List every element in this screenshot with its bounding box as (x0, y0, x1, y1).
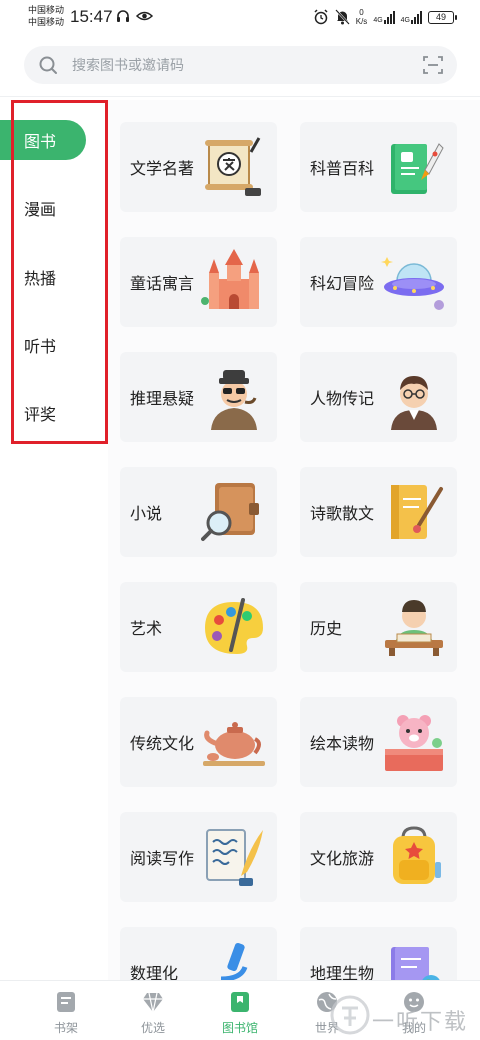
category-card-literature[interactable]: 文学名著 (120, 122, 277, 212)
scroll-icon (205, 137, 261, 196)
category-card-sci-fi[interactable]: 科幻冒险 (300, 237, 457, 327)
paper-quill-icon (206, 829, 263, 886)
speed-unit: K/s (355, 17, 368, 26)
category-label: 阅读写作 (130, 851, 195, 868)
mute-bell-icon (334, 9, 350, 25)
teapot-icon (203, 722, 265, 766)
category-card-mystery[interactable]: 推理悬疑 (120, 352, 277, 442)
network-speed: 0 K/s (356, 8, 368, 26)
category-label: 科普百科 (310, 161, 375, 178)
category-card-fairy-tales[interactable]: 童话寓言 (120, 237, 277, 327)
teddy-bear-icon (385, 715, 443, 771)
detective-icon (211, 370, 257, 430)
portrait-icon (391, 376, 437, 430)
category-label: 地理生物 (310, 966, 375, 980)
category-card-popular-science[interactable]: 科普百科 (300, 122, 457, 212)
sidebar-item-label: 评奖 (24, 407, 57, 424)
notebook-brush-icon (391, 485, 443, 539)
category-card-geography-biology[interactable]: 地理生物 (300, 927, 457, 980)
status-bar: 中国移动 中国移动 15:47 0 K/s 4G 4G 49 (0, 0, 480, 36)
backpack-icon (393, 826, 441, 884)
category-card-art[interactable]: 艺术 (120, 582, 277, 672)
eye-icon (136, 11, 153, 21)
category-label: 推理悬疑 (130, 391, 195, 408)
category-label: 数理化 (130, 966, 179, 980)
ufo-icon (381, 257, 444, 310)
category-label: 文学名著 (130, 161, 195, 178)
library-icon (231, 992, 249, 1012)
diamond-icon (143, 992, 163, 1013)
category-card-biography[interactable]: 人物传记 (300, 352, 457, 442)
nav-label: 图书馆 (221, 1021, 258, 1035)
category-label: 人物传记 (310, 391, 375, 408)
category-card-picture-books[interactable]: 绘本读物 (300, 697, 457, 787)
sidebar-item-books[interactable]: 图书 (0, 120, 86, 160)
sidebar-item-audiobooks[interactable]: 听书 (0, 325, 86, 365)
sidebar-item-label: 漫画 (24, 202, 57, 219)
nav-item-featured[interactable]: 优选 (105, 981, 201, 1040)
network-type-2: 4G (400, 16, 410, 24)
sidebar-item-label: 热播 (24, 271, 57, 288)
scan-icon[interactable] (423, 55, 443, 75)
category-label: 传统文化 (130, 736, 195, 753)
category-card-novels[interactable]: 小说 (120, 467, 277, 557)
nav-item-bookshelf[interactable]: 书架 (18, 981, 114, 1040)
network-type-1: 4G (373, 16, 383, 24)
category-card-math-physics-chemistry[interactable]: 数理化 (120, 927, 277, 980)
globe-book-icon (391, 947, 440, 980)
scholar-icon (385, 600, 443, 656)
carrier-info: 中国移动 中国移动 (28, 4, 64, 28)
category-grid: 文学名著 科普百科 童话寓言 科幻冒险 推理悬疑 人物传记 小说 诗歌散文 艺术… (108, 100, 480, 980)
sidebar-item-label: 听书 (24, 339, 57, 356)
castle-icon (201, 249, 259, 309)
nav-item-library[interactable]: 图书馆 (192, 981, 288, 1040)
nav-label: 书架 (53, 1021, 78, 1035)
category-sidebar: 图书 漫画 热播 听书 评奖 (0, 100, 108, 980)
signal-2: 4G (400, 10, 422, 24)
category-label: 小说 (130, 506, 163, 523)
category-label: 绘本读物 (310, 736, 375, 753)
sidebar-item-trending[interactable]: 热播 (0, 257, 86, 297)
signal-bars-icon (383, 10, 395, 24)
sidebar-item-comics[interactable]: 漫画 (0, 188, 86, 228)
alarm-icon (314, 9, 328, 25)
category-label: 历史 (310, 621, 343, 638)
watermark-text: 一听下载 (372, 1009, 469, 1034)
category-label: 艺术 (130, 621, 163, 638)
signal-bars-icon (411, 10, 422, 24)
bookshelf-icon (57, 992, 75, 1012)
category-label: 童话寓言 (130, 276, 195, 293)
category-card-reading-writing[interactable]: 阅读写作 (120, 812, 277, 902)
header-divider (0, 96, 480, 97)
palette-icon (205, 598, 263, 654)
category-card-history[interactable]: 历史 (300, 582, 457, 672)
rocket-book-icon (391, 143, 444, 194)
carrier-2: 中国移动 (28, 17, 65, 27)
nav-label: 优选 (140, 1021, 165, 1035)
signal-1: 4G (373, 10, 395, 24)
speed-value: 0 (359, 8, 364, 17)
category-label: 科幻冒险 (310, 276, 375, 293)
battery-indicator: 49 (428, 10, 457, 24)
category-label: 文化旅游 (310, 851, 375, 868)
sidebar-item-awards[interactable]: 评奖 (0, 393, 86, 433)
sidebar-item-label: 图书 (24, 134, 57, 151)
search-icon (39, 56, 57, 74)
search-bar[interactable] (24, 46, 457, 84)
book-magnifier-icon (201, 483, 259, 541)
category-card-traditional-culture[interactable]: 传统文化 (120, 697, 277, 787)
category-card-culture-travel[interactable]: 文化旅游 (300, 812, 457, 902)
clock: 15:47 (70, 7, 113, 26)
headphone-icon (117, 10, 129, 22)
microscope-icon (220, 942, 248, 980)
category-label: 诗歌散文 (310, 506, 375, 523)
category-card-poetry-prose[interactable]: 诗歌散文 (300, 467, 457, 557)
search-input[interactable] (72, 46, 402, 84)
carrier-1: 中国移动 (28, 5, 65, 15)
